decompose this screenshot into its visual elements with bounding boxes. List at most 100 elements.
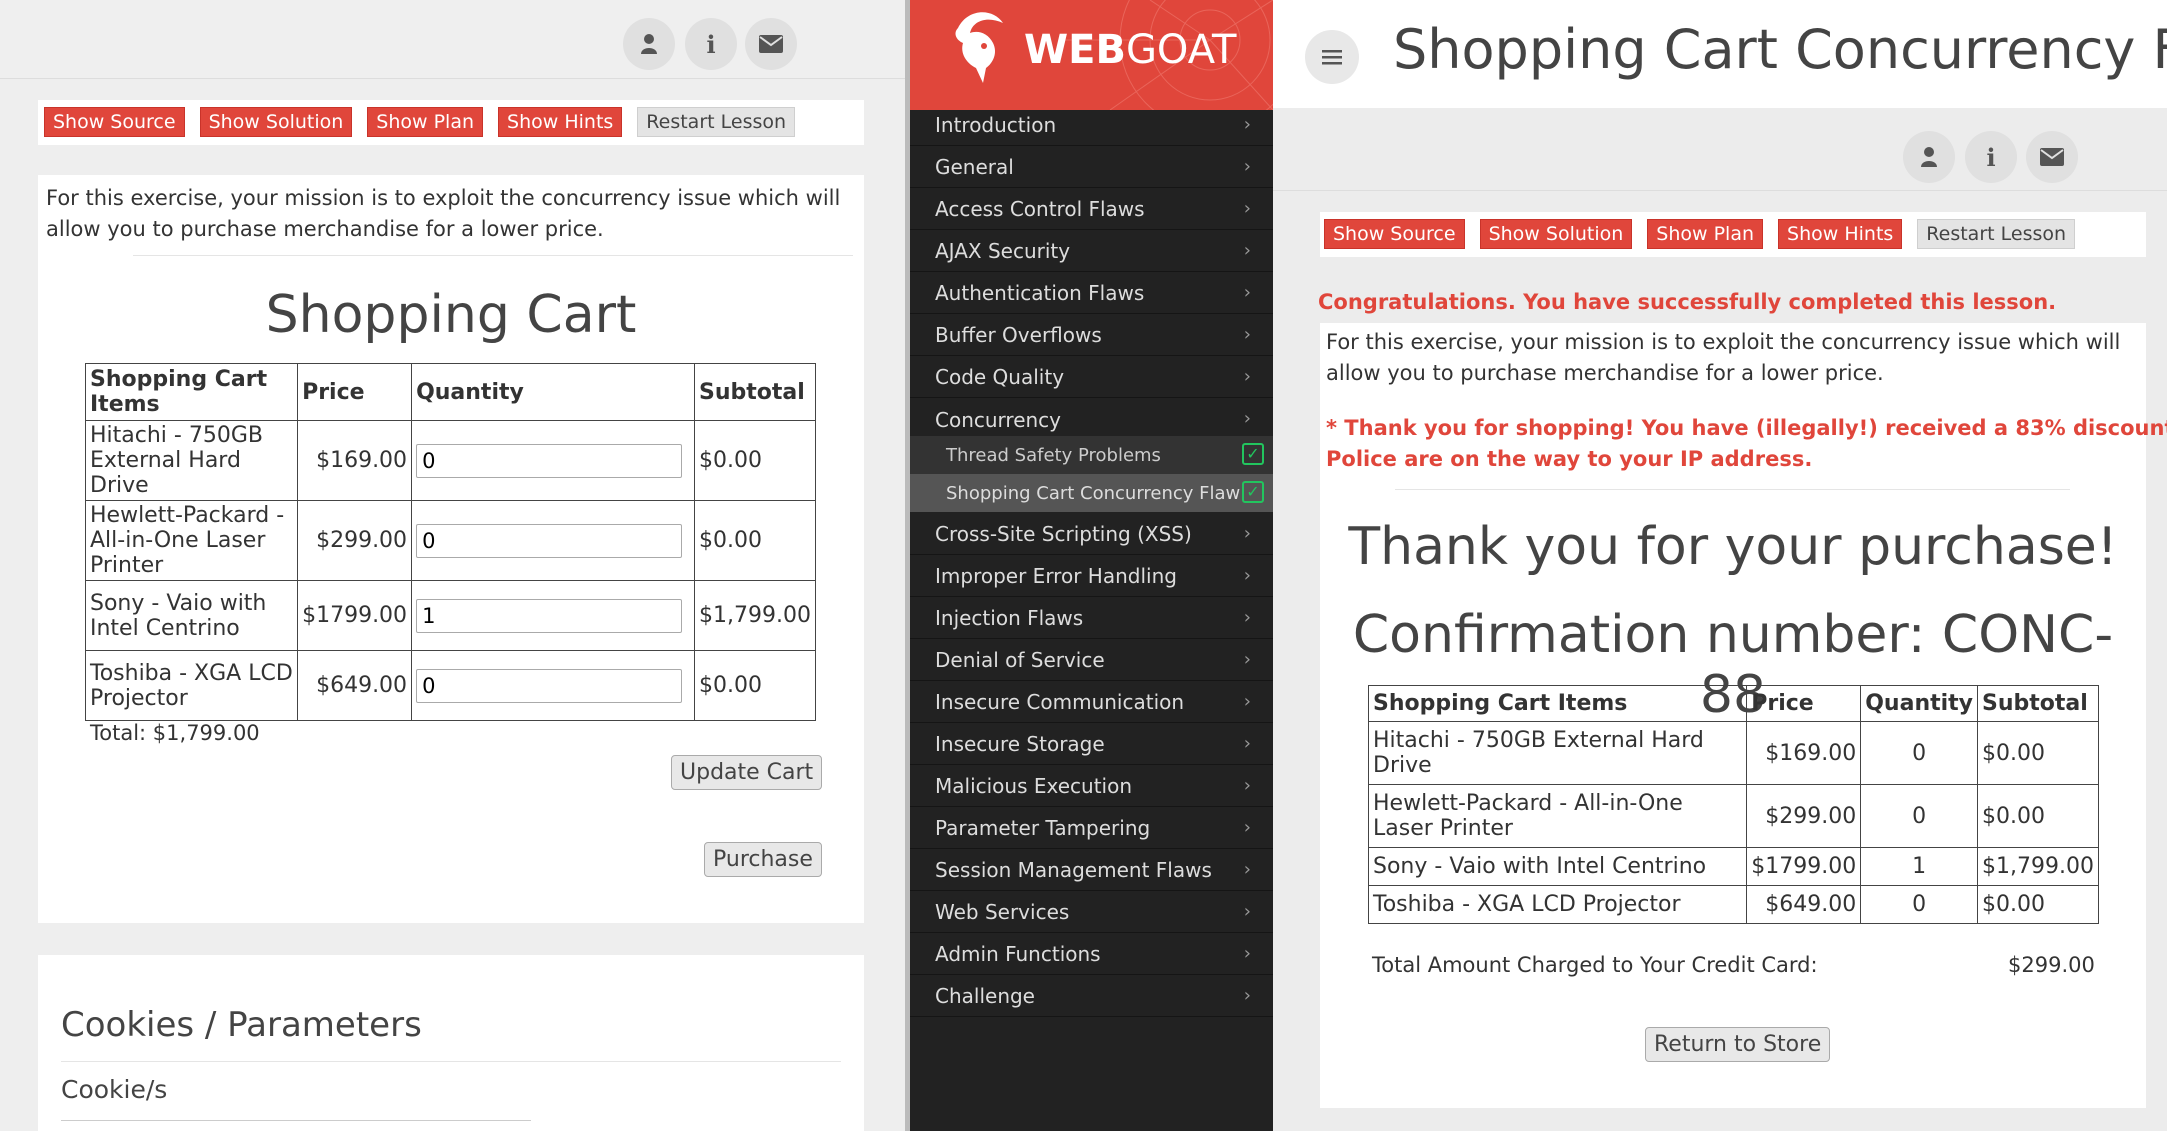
show-hints-button[interactable]: Show Hints [498,107,623,137]
quantity-cell [411,420,696,501]
show-source-button[interactable]: Show Source [44,107,185,137]
nav-item-buffer-overflows[interactable]: Buffer Overflows › [910,315,1273,356]
quantity-cell [411,580,696,651]
divider [1395,489,2070,490]
show-plan-button[interactable]: Show Plan [367,107,484,137]
item-subtotal: $0.00 [694,650,816,721]
nav-label: Introduction [935,113,1057,137]
table-row: Sony - Vaio with Intel Centrino $1799.00… [1367,847,2099,886]
nav-label: Cross-Site Scripting (XSS) [935,522,1192,546]
envelope-icon[interactable] [745,18,797,70]
nav-label: Authentication Flaws [935,281,1145,305]
nav-label: Code Quality [935,365,1065,389]
show-solution-button[interactable]: Show Solution [199,107,353,137]
nav-item-malicious-execution[interactable]: Malicious Execution › [910,766,1273,807]
sub-label: Thread Safety Problems [946,444,1161,466]
chevron-right-icon: › [1243,607,1251,628]
success-message: Congratulations. You have successfully c… [1318,290,2057,314]
cart-title: Shopping Cart [265,285,637,345]
nav-item-session-management-flaws[interactable]: Session Management Flaws › [910,850,1273,891]
nav-item-introduction[interactable]: Introduction › [910,105,1273,146]
chevron-right-icon: › [1243,156,1251,177]
nav-label: AJAX Security [935,239,1071,263]
nav-item-authentication-flaws[interactable]: Authentication Flaws › [910,273,1273,314]
nav-label: Access Control Flaws [935,197,1145,221]
chevron-right-icon: › [1243,523,1251,544]
quantity-input[interactable] [416,523,683,558]
chevron-right-icon: › [1243,985,1251,1006]
page-header: Shopping Cart Concurrency Flaw [1273,0,2167,108]
nav-item-concurrency[interactable]: Concurrency › [910,399,1273,440]
item-quantity: 0 [1860,885,1979,924]
chevron-right-icon: › [1243,943,1251,964]
return-to-store-button[interactable]: Return to Store [1645,1027,1831,1062]
show-solution-button[interactable]: Show Solution [1479,219,1633,249]
nav-item-admin-functions[interactable]: Admin Functions › [910,934,1273,975]
nav-label: Malicious Execution [935,774,1133,798]
cart-total: Total: $1,799.00 [90,721,260,745]
col-header-price: Price [297,363,413,421]
item-price: $169.00 [1746,721,1862,785]
show-plan-button[interactable]: Show Plan [1647,219,1764,249]
divider [1273,190,2167,191]
chevron-right-icon: › [1243,775,1251,796]
update-cart-button[interactable]: Update Cart [671,755,823,790]
nav-item-web-services[interactable]: Web Services › [910,892,1273,933]
item-price: $299.00 [297,500,413,581]
item-subtotal: $0.00 [1977,885,2099,924]
goat-icon [955,12,1003,83]
restart-lesson-button[interactable]: Restart Lesson [1917,219,2076,249]
nav-item-parameter-tampering[interactable]: Parameter Tampering › [910,808,1273,849]
nav-item-challenge[interactable]: Challenge › [910,976,1273,1017]
webgoat-logo[interactable]: WEBGOAT [910,0,1273,110]
nav-item-general[interactable]: General › [910,147,1273,188]
nav-label: Concurrency [935,407,1062,432]
show-hints-button[interactable]: Show Hints [1778,219,1903,249]
sub-item-thread-safety[interactable]: Thread Safety Problems ✓ [910,436,1273,474]
nav-item-ajax-security[interactable]: AJAX Security › [910,231,1273,272]
item-quantity: 0 [1860,721,1979,785]
sub-item-shopping-cart-concurrency[interactable]: Shopping Cart Concurrency Flaw ✓ [910,474,1273,512]
nav-item-insecure-storage[interactable]: Insecure Storage › [910,724,1273,765]
col-header-items: Shopping Cart Items [1367,685,1748,722]
nav-item-injection-flaws[interactable]: Injection Flaws › [910,598,1273,639]
item-subtotal: $0.00 [694,500,816,581]
quantity-input[interactable] [416,598,683,633]
sub-label: Shopping Cart Concurrency Flaw [946,482,1241,504]
lesson-content: For this exercise, your mission is to ex… [1320,323,2167,1108]
user-icon[interactable] [1903,131,1955,183]
nav-item-insecure-communication[interactable]: Insecure Communication › [910,682,1273,723]
nav-label: Insecure Storage [935,732,1105,756]
item-subtotal: $0.00 [694,420,816,501]
top-bar: i [0,0,905,79]
right-window: Shopping Cart Concurrency Flaw i Show So… [1273,0,2167,1131]
quantity-input[interactable] [416,443,683,478]
item-name: Sony - Vaio with Intel Centrino [1367,847,1748,886]
envelope-icon[interactable] [2026,131,2078,183]
nav-item-improper-error-handling[interactable]: Improper Error Handling › [910,556,1273,597]
col-header-subtotal: Subtotal [694,363,816,421]
show-source-button[interactable]: Show Source [1324,219,1465,249]
info-icon[interactable]: i [1965,131,2017,183]
purchase-button[interactable]: Purchase [704,842,822,877]
info-icon[interactable]: i [685,18,737,70]
thank-you-heading: Thank you for your purchase! [1348,517,2118,577]
quantity-input[interactable] [416,668,683,703]
nav-item-xss[interactable]: Cross-Site Scripting (XSS) › [910,514,1273,555]
lesson-button-bar: Show Source Show Solution Show Plan Show… [1320,212,2146,257]
col-header-items: Shopping Cart Items [84,363,299,421]
item-name: Toshiba - XGA LCD Projector [84,650,299,721]
nav-item-code-quality[interactable]: Code Quality › [910,357,1273,398]
user-icon[interactable] [623,18,675,70]
nav-label: Insecure Communication [935,690,1185,714]
chevron-right-icon: › [1243,114,1251,135]
hamburger-icon[interactable] [1305,30,1359,84]
brand-bold: WEB [1024,27,1126,73]
nav-item-access-control-flaws[interactable]: Access Control Flaws › [910,189,1273,230]
item-quantity: 0 [1860,784,1979,848]
chevron-right-icon: › [1243,901,1251,922]
lesson-content: For this exercise, your mission is to ex… [38,175,864,923]
nav-item-denial-of-service[interactable]: Denial of Service › [910,640,1273,681]
table-row: Hitachi - 750GB External Hard Drive $169… [84,420,816,501]
restart-lesson-button[interactable]: Restart Lesson [637,107,796,137]
